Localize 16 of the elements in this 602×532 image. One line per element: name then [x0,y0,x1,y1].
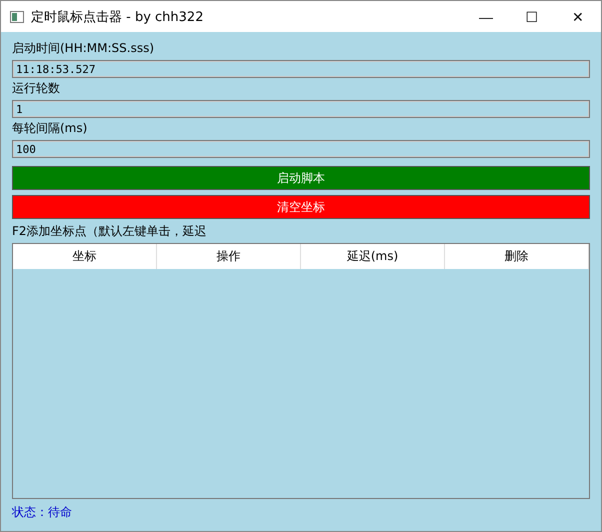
input-field[interactable]: 1 [12,100,590,118]
clear-button[interactable]: 清空坐标 [12,195,590,219]
column-header[interactable]: 操作 [157,244,301,269]
column-header[interactable]: 延迟(ms) [301,244,445,269]
window-title: 定时鼠标点击器 - by chh322 [31,8,204,26]
column-header[interactable]: 坐标 [13,244,157,269]
status-text: 状态：待命 [12,504,73,521]
field-label: 启动时间(HH:MM:SS.sss) [12,40,156,57]
start-button[interactable]: 启动脚本 [12,166,590,190]
hint-text: F2添加坐标点（默认左键单击，延迟 [12,223,208,240]
input-field[interactable]: 100 [12,140,590,158]
app-icon [10,10,24,22]
field-label: 每轮间隔(ms) [12,120,88,137]
field-label: 运行轮数 [12,80,61,97]
input-field[interactable]: 11:18:53.527 [12,60,590,78]
column-header[interactable]: 删除 [445,244,589,269]
